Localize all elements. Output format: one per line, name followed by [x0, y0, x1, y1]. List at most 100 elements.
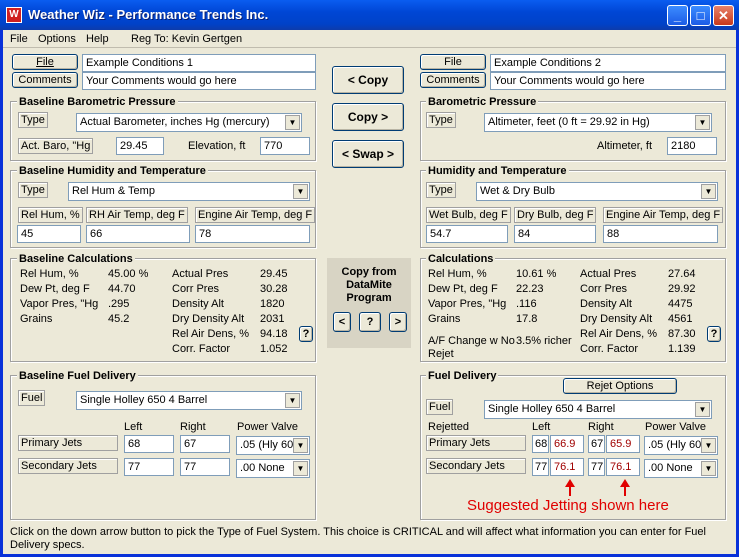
right-calc-value: 1.139 [668, 343, 696, 355]
menu-bar: File Options Help Reg To: Kevin Gertgen [3, 30, 736, 48]
menu-file[interactable]: File [10, 33, 28, 45]
right-wet-bulb-field[interactable]: 54.7 [426, 225, 508, 243]
left-elevation-label: Elevation, ft [188, 140, 246, 152]
left-primary-left-field[interactable]: 68 [124, 435, 174, 453]
left-secondary-left-field[interactable]: 77 [124, 458, 174, 476]
right-calc-value: 22.23 [516, 283, 544, 295]
left-calc-help-button[interactable]: ? [299, 326, 313, 342]
right-jets-left-header: Left [532, 421, 551, 433]
left-fuel-select[interactable]: Single Holley 650 4 Barrel ▼ [76, 391, 302, 410]
right-fuel-title: Fuel Delivery [426, 370, 499, 382]
left-act-baro-field[interactable]: 29.45 [116, 137, 164, 155]
left-comments-button[interactable]: Comments [12, 72, 78, 88]
left-secondary-right-field[interactable]: 77 [180, 458, 230, 476]
left-comments-field[interactable]: Your Comments would go here [82, 72, 316, 90]
menu-options[interactable]: Options [38, 33, 76, 45]
right-calc-value: 10.61 % [516, 268, 557, 280]
right-comments-field[interactable]: Your Comments would go here [490, 72, 726, 90]
right-humid-type-select[interactable]: Wet & Dry Bulb ▼ [476, 182, 718, 201]
right-engine-air-temp-label: Engine Air Temp, deg F [603, 207, 724, 223]
right-secondary-right-field[interactable]: 77 [588, 458, 605, 476]
left-primary-pv-select[interactable]: .05 (Hly 60(▼ [236, 436, 310, 455]
left-secondary-pv-select[interactable]: .00 None ▼ [236, 459, 310, 478]
left-file-button[interactable]: File [12, 54, 78, 70]
right-calc-label: Rel Hum, % [428, 268, 487, 280]
right-primary-jets-label: Primary Jets [426, 435, 526, 451]
left-engine-air-temp-field[interactable]: 78 [195, 225, 310, 243]
left-humid-type-label: Type [18, 182, 48, 198]
left-rh-air-temp-field[interactable]: 66 [86, 225, 190, 243]
left-elevation-field[interactable]: 770 [260, 137, 310, 155]
close-button[interactable]: ✕ [713, 5, 734, 26]
right-calc-label: Rel Air Dens, % [580, 328, 658, 340]
left-calc-value: 30.28 [260, 283, 288, 295]
left-humidity-title: Baseline Humidity and Temperature [17, 165, 208, 177]
maximize-button[interactable]: □ [690, 5, 711, 26]
chevron-down-icon[interactable]: ▼ [285, 115, 300, 130]
right-secondary-pv-select[interactable]: .00 None ▼ [644, 459, 718, 478]
datamite-prev-button[interactable]: < [333, 312, 351, 332]
right-secondary-pv-value: .00 None [648, 462, 693, 474]
right-secondary-left-field[interactable]: 77 [532, 458, 549, 476]
rejet-options-button[interactable]: Rejet Options [563, 378, 677, 394]
right-file-name-field[interactable]: Example Conditions 2 [490, 54, 726, 72]
right-calc-help-button[interactable]: ? [707, 326, 721, 342]
chevron-down-icon[interactable]: ▼ [695, 402, 710, 417]
chevron-down-icon[interactable]: ▼ [285, 393, 300, 408]
status-hint: Click on the down arrow button to pick t… [10, 526, 706, 551]
left-baro-type-select[interactable]: Actual Barometer, inches Hg (mercury) ▼ [76, 113, 302, 132]
left-secondary-jets-label: Secondary Jets [18, 458, 118, 474]
right-fuel-value: Single Holley 650 4 Barrel [488, 403, 616, 415]
chevron-down-icon[interactable]: ▼ [701, 461, 716, 476]
datamite-help-button[interactable]: ? [359, 312, 381, 332]
left-calc-label: Corr. Factor [172, 343, 231, 355]
right-af-change-label: A/F Change w No Rejet [428, 335, 515, 360]
left-humid-type-select[interactable]: Rel Hum & Temp ▼ [68, 182, 310, 201]
minimize-button[interactable]: _ [667, 5, 688, 26]
right-altimeter-label: Altimeter, ft [597, 140, 653, 152]
left-fuel-title: Baseline Fuel Delivery [17, 370, 138, 382]
right-primary-pv-value: .05 (Hly 60( [648, 439, 705, 451]
left-file-name-field[interactable]: Example Conditions 1 [82, 54, 316, 72]
right-calc-value: 27.64 [668, 268, 696, 280]
right-dry-bulb-field[interactable]: 84 [514, 225, 596, 243]
left-rel-hum-field[interactable]: 45 [17, 225, 81, 243]
chevron-down-icon[interactable]: ▼ [293, 461, 308, 476]
chevron-down-icon[interactable]: ▼ [695, 115, 710, 130]
right-calc-value: 87.30 [668, 328, 696, 340]
left-calc-label: Corr Pres [172, 283, 220, 295]
right-primary-pv-select[interactable]: .05 (Hly 60(▼ [644, 436, 718, 455]
left-primary-right-field[interactable]: 67 [180, 435, 230, 453]
left-power-valve-header: Power Valve [237, 421, 298, 433]
left-jets-left-header: Left [124, 421, 143, 433]
chevron-down-icon[interactable]: ▼ [701, 184, 716, 199]
left-baro-type-label: Type [18, 112, 48, 128]
right-engine-air-temp-field[interactable]: 88 [603, 225, 718, 243]
annotation-arrow-shaft [624, 486, 626, 496]
swap-button[interactable]: < Swap > [332, 140, 404, 168]
right-secondary-jets-label: Secondary Jets [426, 458, 526, 474]
chevron-down-icon[interactable]: ▼ [701, 438, 716, 453]
menu-help[interactable]: Help [86, 33, 109, 45]
left-secondary-pv-value: .00 None [240, 462, 285, 474]
right-primary-right-field[interactable]: 67 [588, 435, 605, 453]
datamite-next-button[interactable]: > [389, 312, 407, 332]
left-calc-value: 2031 [260, 313, 285, 325]
chevron-down-icon[interactable]: ▼ [293, 184, 308, 199]
copy-left-button[interactable]: < Copy [332, 66, 404, 94]
right-primary-left-field[interactable]: 68 [532, 435, 549, 453]
right-calc-value: 17.8 [516, 313, 538, 325]
right-dry-bulb-label: Dry Bulb, deg F [514, 207, 597, 223]
right-file-button[interactable]: File [420, 54, 486, 70]
right-baro-type-select[interactable]: Altimeter, feet (0 ft = 29.92 in Hg) ▼ [484, 113, 712, 132]
left-calc-value: 29.45 [260, 268, 288, 280]
right-comments-button[interactable]: Comments [420, 72, 486, 88]
right-fuel-select[interactable]: Single Holley 650 4 Barrel ▼ [484, 400, 712, 419]
right-calc-label: Vapor Pres, "Hg [428, 298, 507, 310]
chevron-down-icon[interactable]: ▼ [293, 438, 308, 453]
left-calc-label: Grains [20, 313, 53, 325]
right-secondary-right-suggested: 76.1 [606, 458, 640, 476]
registration-label: Reg To: Kevin Gertgen [131, 33, 243, 45]
copy-right-button[interactable]: Copy > [332, 103, 404, 131]
right-altimeter-field[interactable]: 2180 [667, 137, 717, 155]
